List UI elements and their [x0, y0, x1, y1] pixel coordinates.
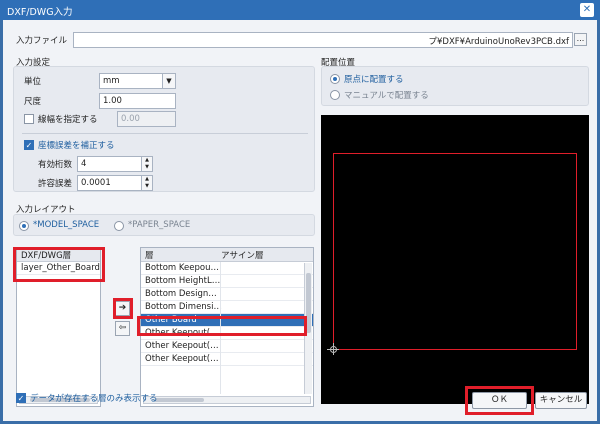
scale-label: 尺度 — [24, 97, 42, 107]
line-width-label: 線幅を指定する — [38, 115, 98, 125]
paper-space-radio[interactable] — [114, 221, 124, 231]
dialog-body: 入力ファイル プ¥DXF¥ArduinoUnoRev3PCB.dxf ... 入… — [3, 20, 597, 421]
tolerance-value: 0.0001 — [81, 178, 111, 188]
unit-select[interactable]: mm ▼ — [99, 73, 176, 89]
table-row[interactable]: Bottom Design… — [141, 288, 313, 301]
manual-label: マニュアルで配置する — [344, 91, 429, 101]
layer-column-header: 層 — [145, 251, 154, 261]
highlight-box — [465, 386, 534, 415]
manual-radio[interactable] — [330, 90, 340, 100]
window-title: DXF/DWG入力 — [7, 7, 73, 18]
table-row[interactable]: Bottom Dimensi… — [141, 301, 313, 314]
coord-correction-checkbox[interactable]: ✓ — [24, 140, 34, 150]
tolerance-label: 許容誤差 — [38, 179, 73, 189]
divider — [22, 133, 308, 134]
show-data-only-checkbox[interactable]: ✓ — [16, 393, 26, 403]
digits-input[interactable]: 4 ▲ ▼ — [77, 156, 153, 172]
dialog-window: DXF/DWG入力 ✕ 入力ファイル プ¥DXF¥ArduinoUnoRev3P… — [0, 0, 600, 424]
paper-space-label: *PAPER_SPACE — [128, 220, 191, 230]
scroll-thumb[interactable] — [154, 398, 204, 402]
target-list-header: 層 アサイン層 — [141, 248, 313, 262]
origin-label: 原点に配置する — [344, 75, 404, 85]
layout-group: *MODEL_SPACE *PAPER_SPACE — [13, 214, 315, 236]
origin-marker-circle — [330, 346, 337, 353]
line-width-input[interactable]: 0.00 — [117, 111, 176, 127]
highlight-box — [137, 316, 307, 336]
line-width-checkbox[interactable] — [24, 114, 34, 124]
show-data-only-label: データが存在する層のみ表示する — [30, 394, 158, 404]
highlight-box — [113, 298, 133, 319]
digits-label: 有効桁数 — [38, 160, 73, 170]
model-space-label: *MODEL_SPACE — [33, 220, 100, 230]
title-bar[interactable]: DXF/DWG入力 ✕ — [0, 0, 600, 20]
table-row[interactable]: Other Keepout(… — [141, 340, 313, 353]
cancel-button[interactable]: キャンセル — [535, 392, 587, 409]
table-row[interactable]: Bottom Keepou… — [141, 262, 313, 275]
input-file-field[interactable]: プ¥DXF¥ArduinoUnoRev3PCB.dxf — [73, 32, 573, 48]
board-outline — [333, 153, 577, 350]
input-file-label: 入力ファイル — [16, 36, 68, 46]
preview-canvas[interactable] — [321, 115, 589, 404]
browse-button[interactable]: ... — [574, 33, 587, 46]
origin-radio[interactable] — [330, 74, 340, 84]
input-settings-group: 単位 mm ▼ 尺度 1.00 線幅を指定する 0.00 ✓ 座標誤差を補正する… — [13, 66, 315, 192]
close-button[interactable]: ✕ — [580, 3, 594, 17]
spin-arrows-icon[interactable]: ▲ ▼ — [141, 176, 152, 190]
assign-column-header: アサイン層 — [221, 251, 264, 261]
table-row[interactable]: Other Keepout(… — [141, 353, 313, 366]
spin-arrows-icon[interactable]: ▲ ▼ — [141, 157, 152, 171]
placement-group: 原点に配置する マニュアルで配置する — [321, 66, 589, 106]
chevron-down-icon[interactable]: ▼ — [162, 74, 175, 88]
tolerance-input[interactable]: 0.0001 ▲ ▼ — [77, 175, 153, 191]
scale-input[interactable]: 1.00 — [99, 93, 176, 109]
coord-correction-label: 座標誤差を補正する — [38, 141, 115, 151]
horizontal-scrollbar[interactable] — [143, 396, 311, 404]
model-space-radio[interactable] — [19, 221, 29, 231]
table-row[interactable]: Bottom HeightL… — [141, 275, 313, 288]
assign-left-arrow-icon[interactable]: ⇦ — [115, 321, 130, 336]
unit-label: 単位 — [24, 77, 42, 87]
unit-value: mm — [103, 76, 120, 86]
highlight-box — [13, 247, 105, 282]
digits-value: 4 — [81, 159, 87, 169]
